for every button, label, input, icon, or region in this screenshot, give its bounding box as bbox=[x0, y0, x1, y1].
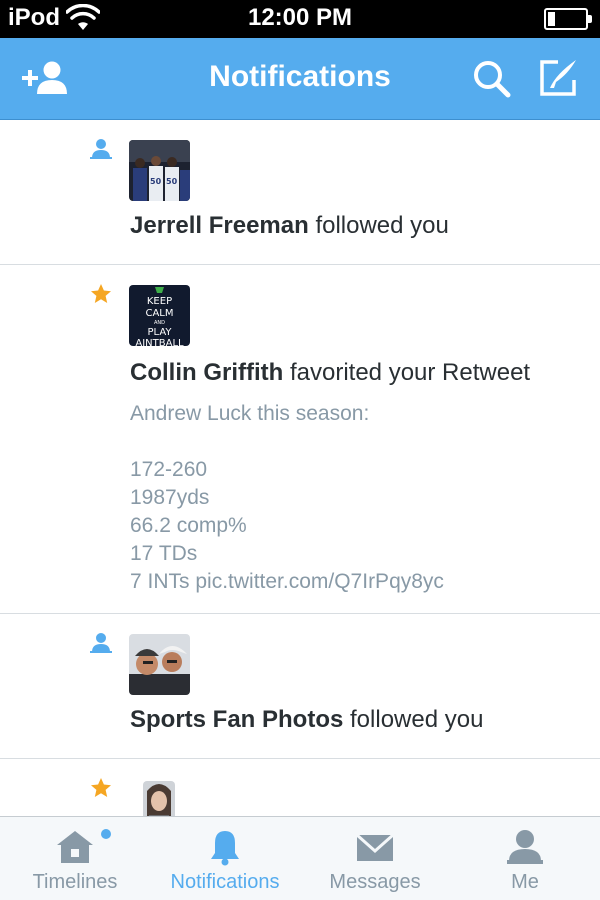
notification-action: favorited your Retweet bbox=[283, 359, 531, 386]
compose-button[interactable] bbox=[536, 56, 586, 102]
two-men-selfie-photo bbox=[129, 634, 190, 695]
envelope-icon bbox=[356, 833, 394, 861]
notification-text: Sports Fan Photos followed you bbox=[130, 706, 483, 734]
notifications-list: 50 50 Jerrell Freeman followed you KEEP … bbox=[0, 120, 600, 816]
tab-me[interactable]: Me bbox=[450, 817, 600, 900]
notification-item[interactable]: 50 50 Jerrell Freeman followed you bbox=[0, 120, 600, 265]
person-icon bbox=[90, 633, 112, 653]
unread-dot bbox=[101, 829, 111, 839]
search-button[interactable] bbox=[468, 56, 518, 102]
compose-icon bbox=[540, 60, 576, 96]
battery-icon bbox=[544, 8, 592, 30]
navigation-bar: Notifications bbox=[0, 38, 600, 120]
notification-action: followed you bbox=[343, 706, 484, 733]
bell-icon bbox=[211, 831, 239, 866]
tab-messages[interactable]: Messages bbox=[300, 817, 450, 900]
clock: 12:00 PM bbox=[247, 4, 353, 31]
keep-calm-poster: KEEP CALM AND PLAY AINTBALL bbox=[129, 285, 190, 346]
poster-text: AND bbox=[154, 320, 165, 326]
tab-timelines[interactable]: Timelines bbox=[0, 817, 150, 900]
svg-text:50: 50 bbox=[166, 177, 178, 186]
notification-item[interactable]: KEEP CALM AND PLAY AINTBALL Collin Griff… bbox=[0, 265, 600, 614]
avatar[interactable]: 50 50 bbox=[129, 140, 190, 201]
tab-label: Timelines bbox=[32, 871, 118, 893]
home-icon bbox=[57, 831, 93, 863]
poster-text: KEEP bbox=[147, 296, 172, 307]
search-icon bbox=[474, 61, 511, 98]
tab-bar: Timelines Notifications Messages Me bbox=[0, 816, 600, 900]
avatar[interactable]: KEEP CALM AND PLAY AINTBALL bbox=[129, 285, 190, 346]
poster-text: AINTBALL bbox=[135, 338, 184, 346]
user-name[interactable]: Sports Fan Photos bbox=[130, 706, 343, 733]
person-icon bbox=[90, 139, 112, 159]
football-players-photo: 50 50 bbox=[129, 140, 190, 201]
avatar[interactable] bbox=[129, 634, 190, 695]
woman-portrait-photo bbox=[143, 781, 175, 816]
person-icon bbox=[507, 830, 543, 864]
star-icon bbox=[91, 284, 111, 303]
tab-label: Notifications bbox=[170, 871, 280, 893]
notification-item[interactable]: Sports Fan Photos followed you bbox=[0, 614, 600, 759]
status-bar: iPod 12:00 PM bbox=[0, 0, 600, 38]
tab-label: Me bbox=[511, 871, 539, 893]
tab-notifications[interactable]: Notifications bbox=[150, 817, 300, 900]
star-icon bbox=[91, 778, 111, 797]
notification-action: followed you bbox=[308, 212, 449, 239]
avatar[interactable] bbox=[143, 781, 175, 816]
svg-text:50: 50 bbox=[150, 177, 162, 186]
tweet-text[interactable]: Andrew Luck this season: 172-260 1987yds… bbox=[130, 400, 444, 596]
poster-text: PLAY bbox=[147, 327, 172, 338]
notification-item[interactable] bbox=[0, 759, 600, 816]
notification-text: Collin Griffith favorited your Retweet bbox=[130, 359, 530, 387]
user-name[interactable]: Jerrell Freeman bbox=[130, 212, 309, 239]
notification-text: Jerrell Freeman followed you bbox=[130, 212, 449, 240]
poster-text: CALM bbox=[145, 308, 173, 319]
user-name[interactable]: Collin Griffith bbox=[130, 359, 283, 386]
tab-label: Messages bbox=[329, 871, 421, 893]
